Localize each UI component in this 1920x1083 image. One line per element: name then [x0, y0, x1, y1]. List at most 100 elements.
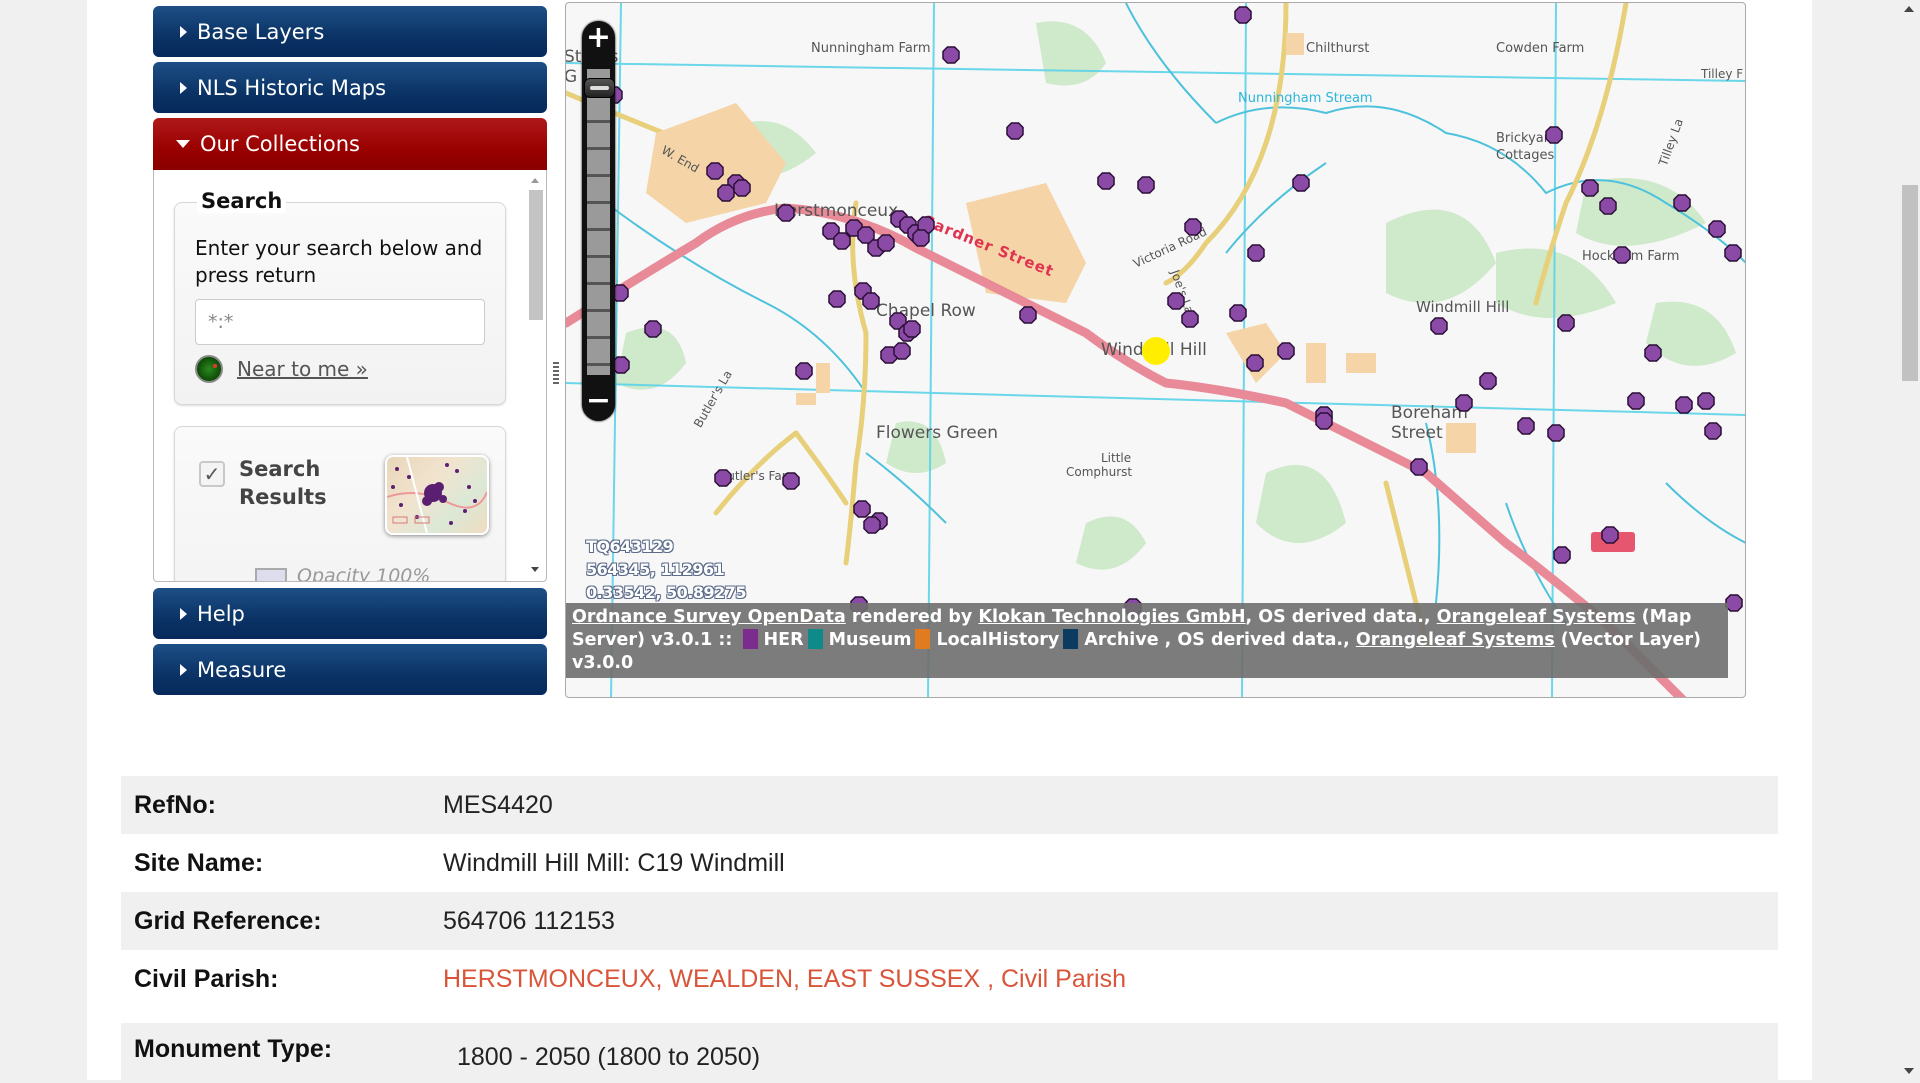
grid-reference: TQ643129 — [586, 537, 674, 556]
detail-row-refno: RefNo: MES4420 — [121, 776, 1778, 834]
detail-value: MES4420 — [443, 790, 553, 819]
near-to-me-link[interactable]: Near to me » — [237, 357, 368, 381]
map-place-label: Butler's Farm — [719, 469, 799, 483]
caret-right-icon — [180, 663, 187, 676]
map-viewport[interactable]: Nunningham Farm Chilthurst Cowden Farm Till… — [565, 2, 1746, 698]
map-place-label: G — [565, 67, 578, 87]
detail-row-civil-parish: Civil Parish: HERSTMONCEUX, WEALDEN, EAS… — [121, 950, 1778, 1008]
browser-scrollbar[interactable] — [1900, 0, 1920, 1080]
search-legend: Search — [197, 189, 287, 213]
detail-value: Windmill Hill Mill: C19 Windmill — [443, 848, 785, 877]
map-place-label: Little — [1101, 451, 1132, 465]
easting-northing: 564345, 112961 — [586, 560, 725, 579]
detail-row-grid-reference: Grid Reference: 564706 112153 — [121, 892, 1778, 950]
attribution-text: rendered by — [845, 607, 979, 627]
attribution-text: , OS derived data., — [1158, 630, 1356, 650]
search-results-checkbox[interactable]: ✓ — [199, 461, 225, 487]
near-to-me[interactable]: Near to me » — [195, 355, 368, 383]
map-place-label: Nunningham Stream — [1238, 91, 1373, 106]
archive-swatch-icon — [1063, 629, 1079, 649]
caret-right-icon — [180, 81, 187, 94]
orangeleaf-link[interactable]: Orangeleaf Systems — [1437, 607, 1636, 627]
panel-header[interactable]: Measure — [153, 644, 547, 695]
caret-right-icon — [180, 25, 187, 38]
search-fieldset: Search Enter your search below and press… — [174, 189, 506, 405]
caret-down-icon — [176, 140, 190, 148]
map-place-label: Windmill Hill — [1101, 340, 1207, 360]
panel-header[interactable]: Help — [153, 588, 547, 639]
attribution-text: , OS derived data., — [1245, 607, 1437, 627]
map-place-label: Cottages — [1496, 148, 1555, 163]
panel-label: Help — [197, 601, 245, 626]
panel-our-collections[interactable]: Our Collections — [153, 118, 547, 170]
her-swatch-icon — [742, 629, 758, 649]
map-place-label: Tilley F — [1701, 67, 1744, 81]
panel-label: Base Layers — [197, 19, 325, 44]
detail-key: RefNo: — [134, 790, 216, 819]
detail-key: Civil Parish: — [134, 964, 279, 993]
klokan-link[interactable]: Klokan Technologies GmbH — [978, 607, 1245, 627]
panel-scrollbar[interactable] — [527, 174, 544, 578]
zoom-control[interactable]: + − — [582, 21, 615, 421]
map-place-label: Nunningham Farm — [811, 41, 931, 56]
panel-label: Measure — [197, 657, 287, 682]
caret-right-icon — [180, 607, 187, 620]
map-place-label: Boreham — [1391, 403, 1468, 423]
panel-nls-historic-maps[interactable]: NLS Historic Maps — [153, 62, 547, 113]
detail-value: 564706 112153 — [443, 906, 615, 935]
map-attribution: Ordnance Survey OpenData rendered by Klo… — [566, 603, 1728, 678]
map-place-label: Chapel Row — [876, 301, 976, 321]
legend-archive: Archive — [1084, 630, 1159, 650]
detail-key: Grid Reference: — [134, 906, 322, 935]
civil-parish-link[interactable]: HERSTMONCEUX, WEALDEN, EAST SUSSEX , Civ… — [443, 965, 1126, 994]
os-opendata-link[interactable]: Ordnance Survey OpenData — [572, 607, 846, 627]
zoom-in-button[interactable]: + — [582, 23, 615, 56]
detail-key: Monument Type: — [134, 1035, 333, 1063]
panel-base-layers[interactable]: Base Layers — [153, 6, 547, 57]
layer-label: Search Results — [239, 457, 327, 509]
panel-help[interactable]: Help — [153, 588, 547, 639]
panel-label: NLS Historic Maps — [197, 75, 387, 100]
map-place-label: Comphurst — [1066, 465, 1133, 479]
opacity-control[interactable]: Opacity 100% — [255, 565, 431, 582]
radar-icon — [195, 355, 223, 383]
museum-swatch-icon — [807, 629, 823, 649]
map-place-label: Hockham Farm — [1582, 249, 1680, 264]
map-place-label: Street — [1391, 423, 1443, 443]
detail-row-site-name: Site Name: Windmill Hill Mill: C19 Windm… — [121, 834, 1778, 892]
localhistory-swatch-icon — [915, 629, 931, 649]
search-input[interactable] — [195, 299, 485, 345]
search-instructions: Enter your search below and press return — [195, 236, 483, 287]
scroll-down-arrow-icon[interactable] — [1904, 1068, 1914, 1074]
detail-value: 1800 - 2050 (1800 to 2050) — [457, 1043, 761, 1071]
detail-key: Site Name: — [134, 848, 264, 877]
lon-lat: 0.33542, 50.89275 — [586, 583, 747, 602]
scroll-up-arrow-icon[interactable] — [531, 178, 539, 183]
map-place-label: Cowden Farm — [1496, 41, 1585, 56]
our-collections-content: Search Enter your search below and press… — [153, 170, 547, 582]
legend-museum: Museum — [828, 630, 912, 650]
scroll-up-arrow-icon[interactable] — [1904, 6, 1914, 12]
map-place-label: Windmill Hill — [1416, 298, 1510, 316]
layer-thumbnail[interactable] — [385, 455, 489, 535]
scroll-down-arrow-icon[interactable] — [531, 567, 539, 572]
legend-her: HER — [763, 630, 804, 650]
opacity-icon — [255, 567, 287, 581]
zoom-slider-handle[interactable] — [584, 77, 615, 98]
scrollbar-thumb[interactable] — [1902, 185, 1918, 381]
map-place-label: Herstmonceux — [774, 201, 899, 221]
thumbnail-graphic — [387, 457, 487, 533]
panel-header[interactable]: Base Layers — [153, 6, 547, 57]
panel-measure[interactable]: Measure — [153, 644, 547, 695]
map-place-label: Chilthurst — [1306, 41, 1370, 56]
opacity-label: Opacity 100% — [297, 565, 431, 582]
zoom-slider-track[interactable] — [587, 69, 610, 375]
panel-scrollbar-thumb[interactable] — [529, 190, 543, 320]
zoom-out-button[interactable]: − — [582, 386, 615, 419]
panel-header[interactable]: NLS Historic Maps — [153, 62, 547, 113]
panel-header[interactable]: Our Collections — [153, 118, 547, 170]
orangeleaf-vector-link[interactable]: Orangeleaf Systems — [1356, 630, 1555, 650]
panel-resize-handle[interactable] — [553, 362, 559, 384]
panel-label: Our Collections — [200, 132, 360, 156]
layer-search-results: ✓ Search Results Opacity 100% — [174, 426, 506, 582]
